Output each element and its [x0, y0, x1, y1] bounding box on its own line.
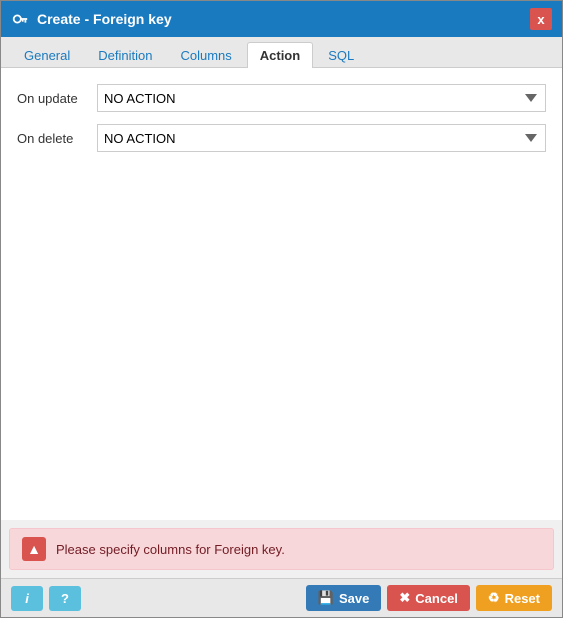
cancel-icon: ✖ [399, 590, 410, 606]
info-button[interactable]: i [11, 586, 43, 611]
on-update-row: On update NO ACTION RESTRICT CASCADE SET… [17, 84, 546, 112]
close-button[interactable]: x [530, 8, 552, 30]
content-area: On update NO ACTION RESTRICT CASCADE SET… [1, 68, 562, 520]
reset-icon: ♻ [488, 590, 500, 606]
on-delete-select[interactable]: NO ACTION RESTRICT CASCADE SET NULL SET … [97, 124, 546, 152]
footer-left: i ? [11, 586, 81, 611]
save-icon: 💾 [318, 590, 334, 606]
save-button[interactable]: 💾 Save [306, 585, 382, 611]
footer: i ? 💾 Save ✖ Cancel ♻ Reset [1, 578, 562, 617]
footer-right: 💾 Save ✖ Cancel ♻ Reset [306, 585, 552, 611]
help-button[interactable]: ? [49, 586, 81, 611]
tab-general[interactable]: General [11, 42, 83, 68]
tab-sql[interactable]: SQL [315, 42, 367, 68]
on-delete-row: On delete NO ACTION RESTRICT CASCADE SET… [17, 124, 546, 152]
tab-bar: General Definition Columns Action SQL [1, 37, 562, 68]
warning-icon: ▲ [22, 537, 46, 561]
reset-label: Reset [505, 591, 540, 606]
on-delete-label: On delete [17, 131, 97, 146]
on-update-select[interactable]: NO ACTION RESTRICT CASCADE SET NULL SET … [97, 84, 546, 112]
error-message: Please specify columns for Foreign key. [56, 542, 285, 557]
reset-button[interactable]: ♻ Reset [476, 585, 552, 611]
cancel-button[interactable]: ✖ Cancel [387, 585, 470, 611]
key-icon [11, 10, 29, 28]
tab-columns[interactable]: Columns [167, 42, 244, 68]
on-update-label: On update [17, 91, 97, 106]
dialog-title: Create - Foreign key [37, 11, 172, 27]
error-bar: ▲ Please specify columns for Foreign key… [9, 528, 554, 570]
tab-action[interactable]: Action [247, 42, 313, 68]
cancel-label: Cancel [415, 591, 458, 606]
title-bar-left: Create - Foreign key [11, 10, 172, 28]
title-bar: Create - Foreign key x [1, 1, 562, 37]
tab-definition[interactable]: Definition [85, 42, 165, 68]
save-label: Save [339, 591, 369, 606]
dialog-create-foreign-key: Create - Foreign key x General Definitio… [0, 0, 563, 618]
